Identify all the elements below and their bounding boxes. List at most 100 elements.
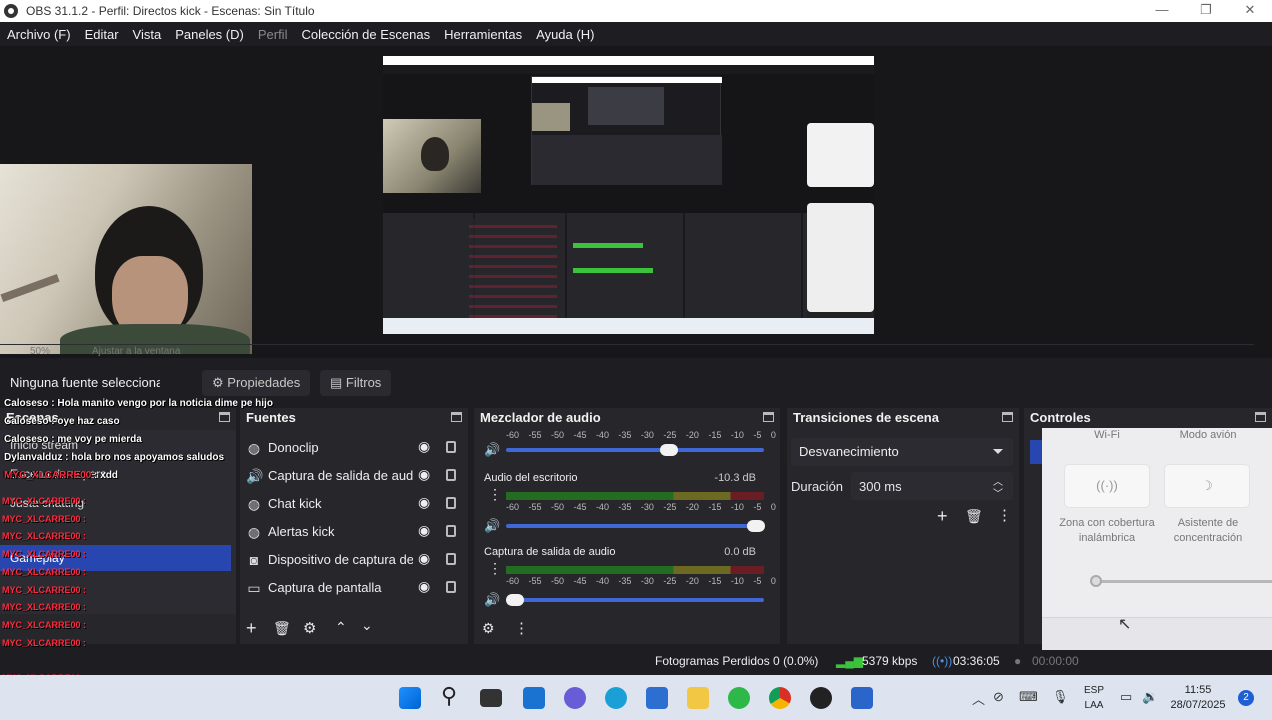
eye-icon[interactable]: ◉ (418, 438, 430, 455)
menu-perfil[interactable]: Perfil (251, 27, 295, 42)
undock-icon[interactable] (1255, 412, 1266, 422)
volume-slider[interactable] (506, 594, 764, 606)
language-indicator[interactable]: ESP LAA (1080, 683, 1108, 713)
volume-knob[interactable] (506, 594, 524, 606)
microphone-icon[interactable]: 🎙 (1052, 689, 1069, 705)
monitor-icon[interactable]: ▭ (1120, 689, 1132, 705)
close-icon[interactable]: ✕ (1228, 0, 1272, 22)
kebab-menu-icon[interactable]: ⋮ (488, 560, 502, 577)
network-off-icon[interactable]: ⊘ (993, 689, 1004, 705)
hotspot-tile[interactable]: ((·)) (1064, 464, 1150, 508)
store-icon[interactable] (646, 687, 668, 709)
lock-icon[interactable] (446, 441, 456, 453)
kebab-menu-icon[interactable]: ⋮ (514, 619, 529, 637)
slider-thumb[interactable] (1090, 575, 1102, 587)
lock-icon[interactable] (446, 469, 456, 481)
minimize-icon[interactable]: — (1140, 0, 1184, 22)
source-row-captura-audio[interactable]: 🔊 Captura de salida de audio ◉ (240, 462, 468, 490)
gear-icon[interactable]: ⚙ (303, 619, 316, 637)
volume-slider[interactable] (506, 444, 764, 456)
menu-coleccion-escenas[interactable]: Colección de Escenas (294, 27, 437, 42)
keyboard-icon[interactable]: ⌨ (1019, 689, 1038, 705)
eye-icon[interactable]: ◉ (418, 550, 430, 567)
volume-knob[interactable] (747, 520, 766, 532)
eye-icon[interactable]: ◉ (418, 466, 430, 483)
menu-herramientas[interactable]: Herramientas (437, 27, 529, 42)
mixer-scale: -60 -55 -50 -45 -40 -35 -30 -25 -20 -15 -10 -5 0 (506, 576, 776, 586)
scale-tick: -50 (550, 430, 564, 440)
kebab-menu-icon[interactable]: ⋮ (488, 486, 502, 503)
source-row-captura-pantalla[interactable]: ▭ Captura de pantalla ◉ (240, 574, 468, 602)
bitrate: 5379 kbps (862, 654, 918, 668)
transition-select[interactable]: Desvanecimiento (791, 438, 1013, 466)
brightness-slider[interactable] (1090, 575, 1272, 587)
gear-icon[interactable]: ⚙ (482, 620, 495, 637)
speaker-icon[interactable]: 🔊 (484, 518, 500, 534)
preview-canvas[interactable] (383, 56, 874, 334)
fit-window[interactable]: Ajustar a la ventana (92, 346, 180, 357)
chat-app-icon[interactable] (564, 687, 586, 709)
volume-icon[interactable]: 🔉 (1142, 689, 1158, 705)
arrow-down-icon[interactable]: ⌄ (361, 617, 373, 634)
properties-button[interactable]: ⚙ Propiedades (202, 370, 311, 396)
menu-vista[interactable]: Vista (126, 27, 169, 42)
chevron-up-icon[interactable]: ︿ (972, 689, 985, 708)
app-icon[interactable] (851, 687, 873, 709)
trash-icon[interactable]: 🗑 (273, 620, 291, 637)
source-row-alertas-kick[interactable]: ◍ Alertas kick ◉ (240, 518, 468, 546)
menu-editar[interactable]: Editar (78, 27, 126, 42)
duration-value: 300 ms (859, 479, 902, 494)
filters-button[interactable]: ▤ Filtros (320, 370, 392, 396)
scene-item-justa-chatting[interactable]: Justa chatting (10, 496, 84, 510)
speaker-icon: 🔊 (246, 468, 264, 484)
windows-start-icon[interactable] (399, 687, 421, 709)
scene-item-inicio-stream[interactable]: Inicio stream (10, 438, 78, 452)
eye-icon[interactable]: ◉ (418, 578, 430, 595)
add-icon[interactable]: + (937, 506, 948, 527)
widgets-icon[interactable] (523, 687, 545, 709)
focus-assist-tile[interactable]: ☽ (1164, 464, 1250, 508)
scene-item-escena-espera[interactable]: Escena de espera (10, 467, 107, 481)
speaker-icon[interactable]: 🔊 (484, 442, 500, 458)
undock-icon[interactable] (219, 412, 230, 422)
task-view-icon[interactable] (480, 689, 502, 707)
kebab-menu-icon[interactable]: ⋮ (997, 506, 1012, 524)
scene-item-gameplay[interactable]: Gameplay (10, 551, 65, 565)
arrow-up-icon[interactable]: ⌃ (335, 619, 347, 636)
menu-archivo[interactable]: Archivo (F) (0, 27, 78, 42)
scale-tick: 0 (770, 430, 776, 440)
transitions-title: Transiciones de escena (793, 410, 939, 425)
undock-icon[interactable] (763, 412, 774, 422)
undock-icon[interactable] (451, 412, 462, 422)
speaker-icon[interactable]: 🔊 (484, 592, 500, 608)
menu-paneles[interactable]: Paneles (D) (168, 27, 251, 42)
lock-icon[interactable] (446, 525, 456, 537)
notification-badge[interactable]: 2 (1238, 690, 1254, 706)
volume-knob[interactable] (659, 444, 678, 456)
add-icon[interactable]: + (246, 618, 257, 639)
source-row-chat-kick[interactable]: ◍ Chat kick ◉ (240, 490, 468, 518)
clock[interactable]: 11:55 28/07/2025 (1170, 683, 1226, 713)
volume-slider[interactable] (506, 520, 766, 532)
lock-icon[interactable] (446, 553, 456, 565)
undock-icon[interactable] (1002, 412, 1013, 422)
eye-icon[interactable]: ◉ (418, 522, 430, 539)
search-icon[interactable]: ⚲ (441, 683, 457, 709)
whatsapp-icon[interactable] (728, 687, 750, 709)
lock-icon[interactable] (446, 581, 456, 593)
trash-icon[interactable]: 🗑 (965, 508, 983, 525)
menu-bar: Archivo (F) Editar Vista Paneles (D) Per… (0, 22, 1272, 46)
chrome-icon[interactable] (769, 687, 791, 709)
duration-spinbox[interactable]: 300 ms ︿ ﹀ (851, 472, 1013, 500)
source-row-dispositivo-captura[interactable]: ◙ Dispositivo de captura de video ◉ (240, 546, 468, 574)
folder-icon[interactable] (687, 687, 709, 709)
obs-icon[interactable] (810, 687, 832, 709)
edge-icon[interactable] (605, 687, 627, 709)
zoom-level[interactable]: 50% (30, 346, 50, 357)
eye-icon[interactable]: ◉ (418, 494, 430, 511)
maximize-icon[interactable]: ❐ (1184, 0, 1228, 22)
lock-icon[interactable] (446, 497, 456, 509)
chevron-down-icon[interactable]: ﹀ (993, 485, 1003, 500)
menu-ayuda[interactable]: Ayuda (H) (529, 27, 601, 42)
source-row-donoclip[interactable]: ◍ Donoclip ◉ (240, 434, 468, 462)
